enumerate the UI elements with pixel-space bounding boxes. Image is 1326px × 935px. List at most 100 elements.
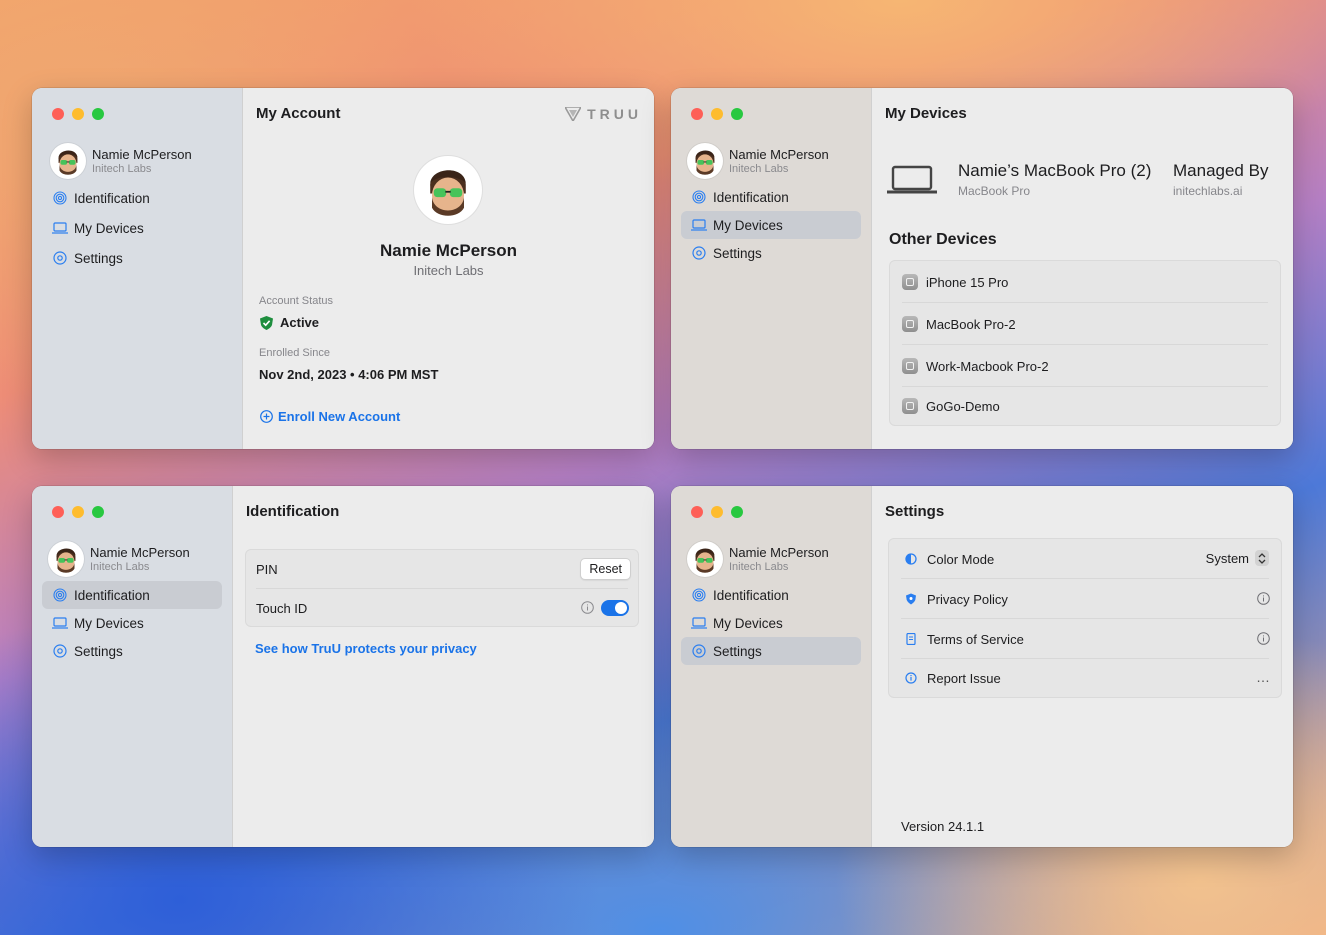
truu-logo-icon	[565, 107, 582, 121]
list-item[interactable]: MacBook Pro-2	[890, 303, 1280, 345]
device-icon	[902, 316, 918, 332]
window-controls	[691, 506, 743, 518]
sidebar-profile[interactable]: Namie McPerson Initech Labs	[48, 541, 190, 577]
sidebar-item-label: Settings	[713, 245, 762, 261]
sidebar-item-label: Identification	[74, 587, 150, 603]
sidebar-item-label: My Devices	[74, 615, 144, 631]
sidebar-item-label: Settings	[74, 250, 123, 266]
window-controls	[52, 108, 104, 120]
reset-button[interactable]: Reset	[580, 558, 631, 580]
privacy-policy-label: Privacy Policy	[927, 591, 1008, 607]
touch-id-toggle[interactable]	[601, 600, 629, 616]
sidebar: Namie McPerson Initech Labs Identificati…	[32, 486, 233, 847]
window-controls	[52, 506, 104, 518]
laptop-icon	[52, 615, 68, 631]
list-item[interactable]: GoGo-Demo	[890, 387, 1280, 425]
toggle-knob	[615, 602, 627, 614]
minimize-button[interactable]	[711, 108, 723, 120]
close-button[interactable]	[52, 108, 64, 120]
account-main: My Account TRUU Namie McPerson Initech L…	[243, 88, 654, 449]
report-issue-row[interactable]: Report Issue …	[889, 659, 1281, 697]
terms-of-service-row[interactable]: Terms of Service	[889, 619, 1281, 659]
sidebar-item-label: Identification	[713, 189, 789, 205]
info-icon[interactable]	[1257, 592, 1270, 605]
gear-icon	[691, 643, 707, 659]
gear-icon	[52, 250, 68, 266]
account-org: Initech Labs	[413, 263, 484, 278]
color-mode-row: Color Mode System	[889, 539, 1281, 579]
info-icon[interactable]	[1257, 632, 1270, 645]
profile-name: Namie McPerson	[92, 147, 192, 162]
device-icon	[902, 398, 918, 414]
sidebar-item-settings[interactable]: Settings	[42, 637, 222, 665]
profile-name: Namie McPerson	[90, 545, 190, 560]
half-circle-icon	[905, 553, 917, 565]
sidebar-item-identification[interactable]: Identification	[42, 184, 232, 212]
page-title: Settings	[885, 503, 945, 520]
shield-check-icon	[260, 315, 273, 330]
sidebar-profile[interactable]: Namie McPerson Initech Labs	[687, 541, 829, 577]
close-button[interactable]	[691, 108, 703, 120]
zoom-button[interactable]	[731, 506, 743, 518]
device-icon	[902, 274, 918, 290]
sidebar: Namie McPerson Initech Labs Identificati…	[32, 88, 243, 449]
identification-window: Namie McPerson Initech Labs Identificati…	[32, 486, 654, 847]
sidebar-item-settings[interactable]: Settings	[42, 244, 232, 272]
profile-org: Initech Labs	[729, 163, 789, 175]
more-icon[interactable]: …	[1256, 669, 1271, 685]
close-button[interactable]	[691, 506, 703, 518]
sidebar-profile[interactable]: Namie McPerson Initech Labs	[50, 143, 192, 179]
profile-org: Initech Labs	[92, 163, 152, 175]
touch-id-row: Touch ID	[246, 589, 638, 627]
account-avatar	[414, 156, 482, 224]
avatar	[48, 541, 84, 577]
list-item[interactable]: Work-Macbook Pro-2	[890, 345, 1280, 387]
sidebar: Namie McPerson Initech Labs Identificati…	[671, 88, 872, 449]
gear-icon	[52, 643, 68, 659]
zoom-button[interactable]	[92, 506, 104, 518]
touch-id-label: Touch ID	[256, 600, 308, 616]
profile-org: Initech Labs	[729, 561, 789, 573]
enrolled-value: Nov 2nd, 2023 • 4:06 PM MST	[259, 367, 439, 382]
minimize-button[interactable]	[711, 506, 723, 518]
pin-row: PIN Reset	[246, 550, 638, 589]
settings-window: Namie McPerson Initech Labs Identificati…	[671, 486, 1293, 847]
status-value: Active	[260, 315, 319, 330]
sidebar-item-identification[interactable]: Identification	[681, 183, 861, 211]
list-item[interactable]: iPhone 15 Pro	[890, 261, 1280, 303]
avatar	[50, 143, 86, 179]
sidebar-item-settings[interactable]: Settings	[681, 637, 861, 665]
my-devices-window: Namie McPerson Initech Labs Identificati…	[671, 88, 1293, 449]
minimize-button[interactable]	[72, 108, 84, 120]
enrolled-label: Enrolled Since	[259, 347, 330, 359]
truu-logo: TRUU	[565, 106, 642, 122]
close-button[interactable]	[52, 506, 64, 518]
sidebar-item-devices[interactable]: My Devices	[681, 609, 861, 637]
sidebar: Namie McPerson Initech Labs Identificati…	[671, 486, 872, 847]
sidebar-item-settings[interactable]: Settings	[681, 239, 861, 267]
sidebar-item-devices[interactable]: My Devices	[42, 609, 222, 637]
page-title: My Devices	[885, 105, 967, 122]
chevron-up-down-icon	[1255, 550, 1269, 566]
sidebar-item-identification[interactable]: Identification	[681, 581, 861, 609]
sidebar-item-label: My Devices	[74, 220, 144, 236]
sidebar-item-identification[interactable]: Identification	[42, 581, 222, 609]
privacy-policy-row[interactable]: Privacy Policy	[889, 579, 1281, 619]
info-icon[interactable]	[581, 601, 594, 614]
plus-circle-icon	[260, 410, 273, 423]
pin-label: PIN	[256, 562, 278, 577]
color-mode-select[interactable]: System	[1206, 550, 1269, 566]
managed-by-value: initechlabs.ai	[1173, 184, 1243, 198]
sidebar-item-devices[interactable]: My Devices	[681, 211, 861, 239]
privacy-link[interactable]: See how TruU protects your privacy	[255, 641, 477, 656]
current-device-name: Namie’s MacBook Pro (2)	[958, 161, 1152, 180]
fingerprint-icon	[52, 190, 68, 206]
shield-icon	[906, 593, 916, 605]
sidebar-item-devices[interactable]: My Devices	[42, 214, 232, 242]
zoom-button[interactable]	[731, 108, 743, 120]
zoom-button[interactable]	[92, 108, 104, 120]
minimize-button[interactable]	[72, 506, 84, 518]
enroll-new-account-link[interactable]: Enroll New Account	[260, 409, 400, 424]
sidebar-item-label: My Devices	[713, 217, 783, 233]
sidebar-profile[interactable]: Namie McPerson Initech Labs	[687, 143, 829, 179]
